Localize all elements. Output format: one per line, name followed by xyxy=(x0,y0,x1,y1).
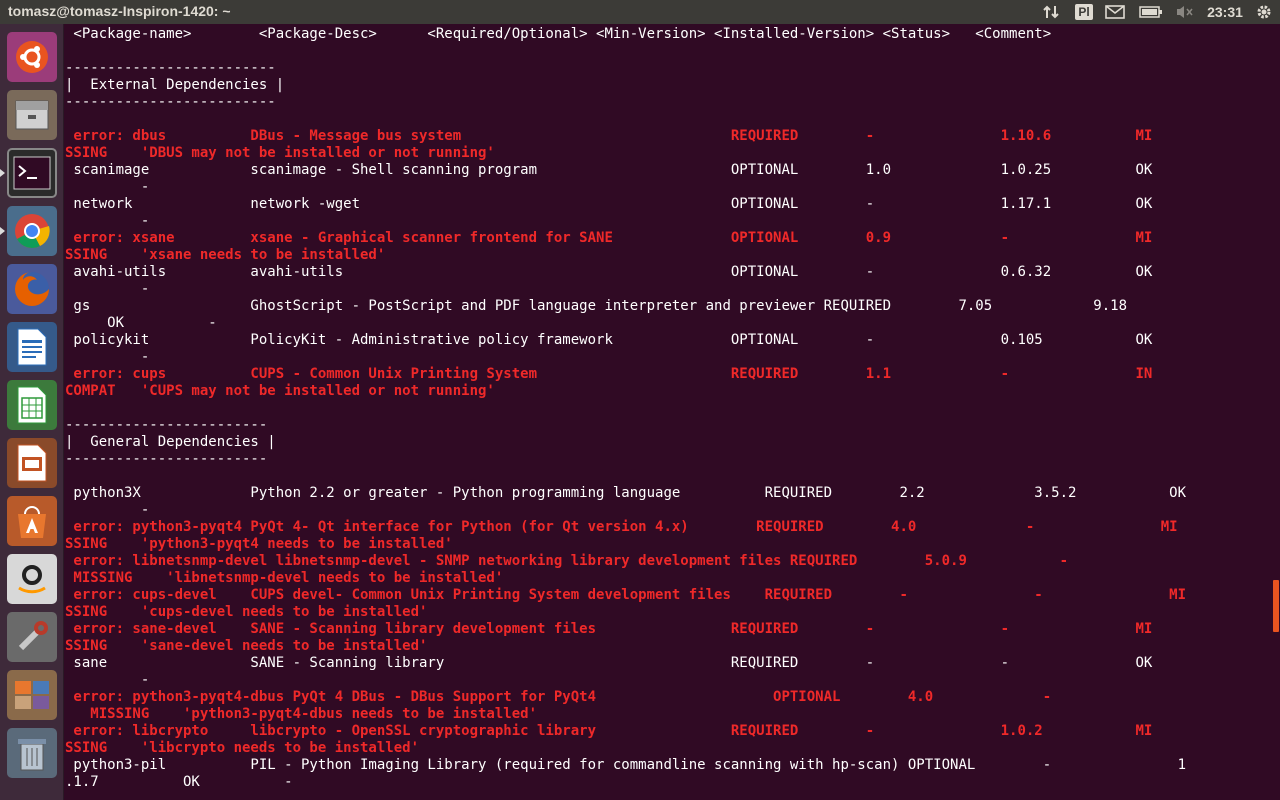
top-panel: tomasz@tomasz-Inspiron-1420: ~ Pl 23:31 xyxy=(0,0,1280,24)
battery-icon[interactable] xyxy=(1138,0,1164,24)
output-line: python3-pil PIL - Python Imaging Library… xyxy=(65,757,1187,773)
output-line: ------------------------ xyxy=(65,451,268,467)
output-line: | General Dependencies | xyxy=(65,434,276,450)
terminal-scrollbar[interactable] xyxy=(1272,24,1280,800)
launcher xyxy=(0,24,64,800)
system-settings-icon[interactable] xyxy=(7,612,57,662)
error-output-line: error: xsane xsane - Graphical scanner f… xyxy=(65,230,1153,246)
ubuntu-dash-icon[interactable] xyxy=(7,32,57,82)
software-center-icon[interactable] xyxy=(7,496,57,546)
output-line: scanimage scanimage - Shell scanning pro… xyxy=(65,162,1153,178)
error-output-line: error: python3-pyqt4 PyQt 4- Qt interfac… xyxy=(65,519,1178,535)
output-line: network network -wget OPTIONAL - 1.17.1 … xyxy=(65,196,1153,212)
error-output-line: SSING 'python3-pyqt4 needs to be install… xyxy=(65,536,453,552)
output-line: ------------------------- xyxy=(65,60,276,76)
error-output-line: error: cups CUPS - Common Unix Printing … xyxy=(65,366,1153,382)
error-output-line: error: dbus DBus - Message bus system RE… xyxy=(65,128,1153,144)
output-line: ------------------------ xyxy=(65,417,268,433)
window-title: tomasz@tomasz-Inspiron-1420: ~ xyxy=(8,3,231,19)
libreoffice-calc-icon[interactable] xyxy=(7,380,57,430)
error-output-line: COMPAT 'CUPS may not be installed or not… xyxy=(65,383,495,399)
output-line: policykit PolicyKit - Administrative pol… xyxy=(65,332,1153,348)
running-indicator-icon xyxy=(0,227,5,235)
error-output-line: MISSING 'python3-pyqt4-dbus needs to be … xyxy=(65,706,538,722)
output-line: - xyxy=(65,672,150,688)
error-output-line: error: sane-devel SANE - Scanning librar… xyxy=(65,621,1153,637)
scrollbar-thumb[interactable] xyxy=(1273,580,1279,632)
libreoffice-writer-icon[interactable] xyxy=(7,322,57,372)
error-output-line: SSING 'xsane needs to be installed' xyxy=(65,247,386,263)
output-line: OK - xyxy=(65,315,217,331)
volume-muted-icon[interactable] xyxy=(1173,0,1195,24)
firefox-icon[interactable] xyxy=(7,264,57,314)
output-line: avahi-utils avahi-utils OPTIONAL - 0.6.3… xyxy=(65,264,1153,280)
output-line: <Package-name> <Package-Desc> <Required/… xyxy=(65,26,1052,42)
output-line: - xyxy=(65,179,150,195)
network-arrows-icon[interactable] xyxy=(1040,0,1062,24)
amazon-icon[interactable] xyxy=(7,554,57,604)
output-line: - xyxy=(65,213,150,229)
output-line: python3X Python 2.2 or greater - Python … xyxy=(65,485,1187,501)
error-output-line: error: libcrypto libcrypto - OpenSSL cry… xyxy=(65,723,1153,739)
keyboard-layout-label: Pl xyxy=(1075,4,1093,20)
error-output-line: SSING 'cups-devel needs to be installed' xyxy=(65,604,428,620)
error-output-line: error: cups-devel CUPS devel- Common Uni… xyxy=(65,587,1187,603)
chrome-icon[interactable] xyxy=(7,206,57,256)
error-output-line: error: libnetsnmp-devel libnetsnmp-devel… xyxy=(65,553,1069,569)
error-output-line: SSING 'sane-devel needs to be installed' xyxy=(65,638,428,654)
output-line: gs GhostScript - PostScript and PDF lang… xyxy=(65,298,1128,314)
keyboard-layout-indicator[interactable]: Pl xyxy=(1073,0,1095,24)
output-line: sane SANE - Scanning library REQUIRED - … xyxy=(65,655,1153,671)
error-output-line: MISSING 'libnetsnmp-devel needs to be in… xyxy=(65,570,504,586)
libreoffice-impress-icon[interactable] xyxy=(7,438,57,488)
running-indicator-icon xyxy=(0,169,5,177)
output-line: - xyxy=(65,502,150,518)
mail-icon[interactable] xyxy=(1104,0,1126,24)
error-output-line: SSING 'DBUS may not be installed or not … xyxy=(65,145,495,161)
files-icon[interactable] xyxy=(7,90,57,140)
terminal-output[interactable]: <Package-name> <Package-Desc> <Required/… xyxy=(65,24,1272,800)
terminal-icon[interactable] xyxy=(7,148,57,198)
output-line: | External Dependencies | xyxy=(65,77,285,93)
error-output-line: error: python3-pyqt4-dbus PyQt 4 DBus - … xyxy=(65,689,1052,705)
workspaces-icon[interactable] xyxy=(7,670,57,720)
output-line: - xyxy=(65,349,150,365)
output-line: - xyxy=(65,281,150,297)
trash-icon[interactable] xyxy=(7,728,57,778)
output-line: .1.7 OK - xyxy=(65,774,293,790)
clock[interactable]: 23:31 xyxy=(1205,0,1245,24)
output-line: ------------------------- xyxy=(65,94,276,110)
gear-icon[interactable] xyxy=(1252,0,1276,24)
error-output-line: SSING 'libcrypto needs to be installed' xyxy=(65,740,420,756)
